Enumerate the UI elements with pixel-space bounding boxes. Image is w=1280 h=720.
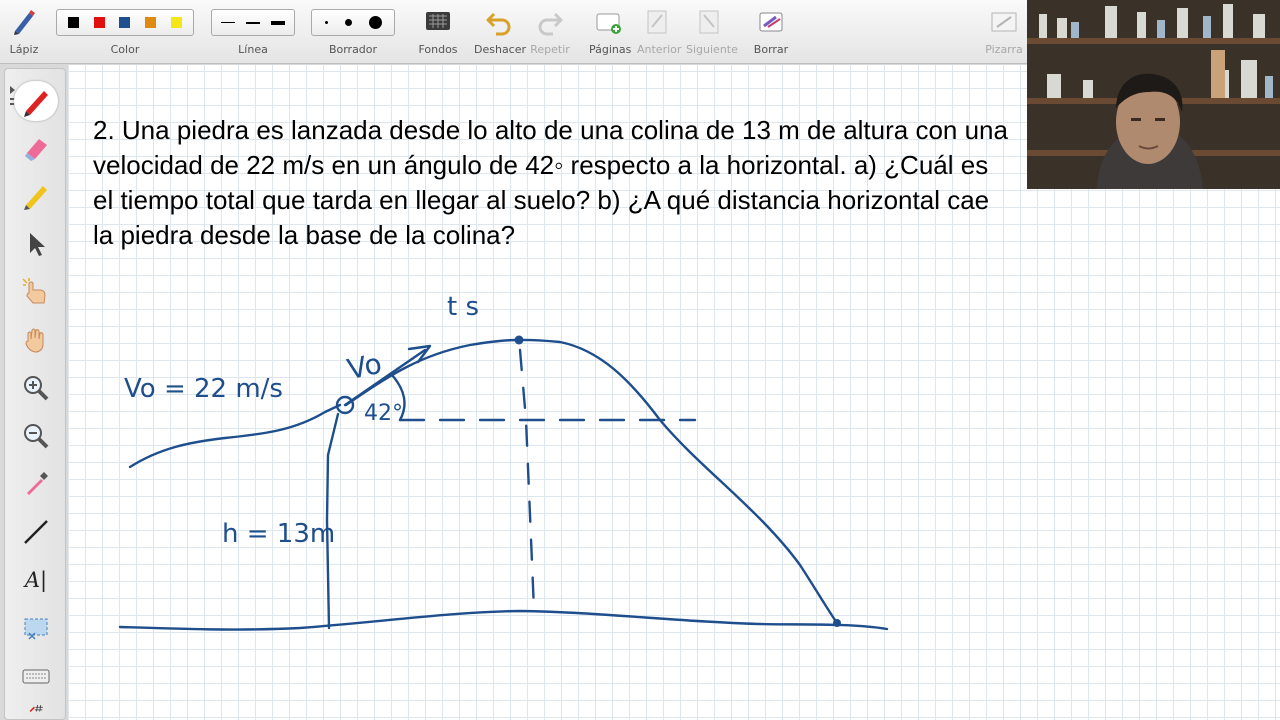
redo-button[interactable]: Repetir bbox=[530, 0, 570, 64]
eraser-medium-option[interactable] bbox=[344, 19, 352, 26]
table-icon bbox=[29, 705, 43, 713]
line-width-picker[interactable] bbox=[211, 9, 295, 36]
whiteboard-icon bbox=[991, 12, 1017, 32]
eraser-large-option[interactable] bbox=[368, 16, 382, 29]
undo-label: Deshacer bbox=[474, 43, 527, 56]
add-page-icon bbox=[596, 13, 621, 34]
keyboard-tool[interactable] bbox=[19, 659, 53, 693]
zoom-in-icon bbox=[24, 376, 49, 401]
redo-label: Repetir bbox=[530, 43, 570, 56]
select-arrow-tool[interactable] bbox=[19, 227, 53, 261]
pencil-icon bbox=[14, 10, 35, 35]
backgrounds-icon bbox=[426, 12, 450, 30]
pencil-label: Lápiz bbox=[9, 43, 39, 56]
whiteboard-label: Pizarra bbox=[985, 43, 1023, 56]
next-page-icon bbox=[699, 10, 719, 34]
line-tool[interactable] bbox=[19, 515, 53, 549]
line-label: Línea bbox=[238, 43, 268, 56]
next-page-button[interactable]: Siguiente bbox=[686, 0, 738, 64]
backgrounds-label: Fondos bbox=[418, 43, 458, 56]
color-group: Color bbox=[56, 0, 194, 64]
arrow-cursor-icon bbox=[30, 233, 45, 256]
color-swatch-blue[interactable] bbox=[119, 17, 131, 28]
eraser-tool[interactable] bbox=[19, 131, 53, 165]
keyboard-icon bbox=[22, 669, 50, 684]
line-thin-option[interactable] bbox=[221, 22, 236, 23]
text-tool-glyph: A| bbox=[24, 568, 48, 592]
undo-icon bbox=[486, 12, 511, 36]
text-tool[interactable]: A| bbox=[19, 563, 53, 597]
hand-icon bbox=[25, 328, 44, 353]
pencil-tool-button[interactable]: Lápiz bbox=[4, 0, 44, 64]
color-picker[interactable] bbox=[56, 9, 194, 36]
eyedropper-icon bbox=[27, 472, 48, 495]
whiteboard-button[interactable]: Pizarra bbox=[984, 0, 1024, 64]
line-icon bbox=[24, 520, 48, 544]
zoom-out-icon bbox=[24, 424, 49, 449]
webcam-feed bbox=[1027, 0, 1280, 189]
webcam-image bbox=[1027, 0, 1280, 189]
line-group: Línea bbox=[211, 0, 295, 64]
screen-capture-icon bbox=[24, 618, 48, 640]
zoom-out-tool[interactable] bbox=[19, 419, 53, 453]
clear-label: Borrar bbox=[753, 43, 789, 56]
clear-button[interactable]: Borrar bbox=[751, 0, 791, 64]
color-swatch-yellow[interactable] bbox=[170, 17, 182, 28]
previous-label: Anterior bbox=[637, 43, 682, 56]
screen-capture-tool[interactable] bbox=[19, 611, 53, 645]
table-tool[interactable] bbox=[19, 703, 53, 720]
highlighter-tool[interactable] bbox=[19, 179, 53, 213]
color-swatch-orange[interactable] bbox=[145, 17, 157, 28]
highlighter-icon bbox=[24, 186, 47, 210]
pages-label: Páginas bbox=[589, 43, 632, 56]
eraser-group: Borrador bbox=[311, 0, 395, 64]
tool-palette: A| bbox=[4, 68, 66, 720]
magic-pointer-tool[interactable] bbox=[19, 275, 53, 309]
line-medium-option[interactable] bbox=[245, 21, 260, 24]
eraser-label: Borrador bbox=[328, 43, 378, 56]
pages-button[interactable]: Páginas bbox=[589, 0, 632, 64]
pen-icon bbox=[24, 91, 48, 117]
undo-button[interactable]: Deshacer bbox=[474, 0, 527, 64]
clear-page-icon bbox=[759, 12, 783, 32]
backgrounds-button[interactable]: Fondos bbox=[418, 0, 458, 64]
zoom-in-tool[interactable] bbox=[19, 371, 53, 405]
color-label: Color bbox=[110, 43, 140, 56]
next-label: Siguiente bbox=[686, 43, 738, 56]
redo-icon bbox=[538, 12, 563, 36]
problem-statement: 2. Una piedra es lanzada desde lo alto d… bbox=[93, 115, 1008, 250]
color-swatch-red[interactable] bbox=[93, 17, 105, 28]
pen-tool[interactable] bbox=[14, 81, 58, 121]
eraser-icon bbox=[25, 139, 47, 161]
previous-page-button[interactable]: Anterior bbox=[637, 0, 682, 64]
eraser-size-picker[interactable] bbox=[311, 9, 395, 36]
previous-page-icon bbox=[647, 10, 667, 34]
eyedropper-tool[interactable] bbox=[19, 467, 53, 501]
hand-pan-tool[interactable] bbox=[19, 323, 53, 357]
color-swatch-black[interactable] bbox=[68, 17, 80, 28]
eraser-small-option[interactable] bbox=[324, 21, 328, 24]
pointing-hand-icon bbox=[22, 278, 46, 304]
line-thick-option[interactable] bbox=[270, 20, 285, 25]
